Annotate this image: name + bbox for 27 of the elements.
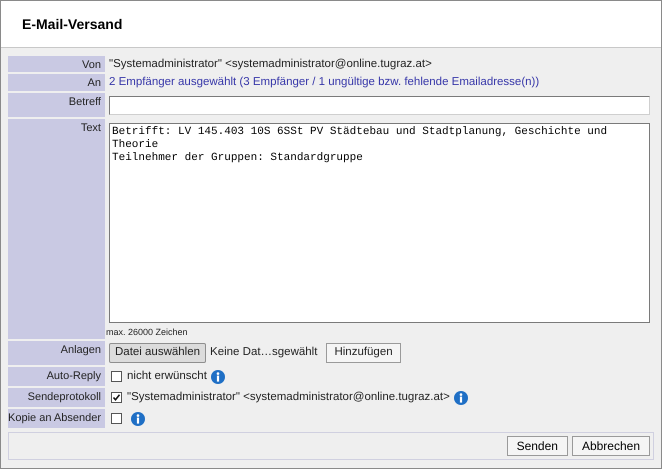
field-label: Text [80, 121, 101, 136]
dialog-button[interactable]: Abbrechen [572, 436, 650, 456]
window-title: E-Mail-Versand [22, 14, 122, 34]
field-label: Sendeprotokoll [28, 390, 101, 405]
choose-file-button[interactable]: Datei auswählen [109, 343, 206, 363]
info-icon[interactable] [210, 370, 225, 384]
add-button[interactable]: Hinzufügen [326, 343, 401, 363]
subject-field[interactable] [109, 96, 650, 114]
field-label: Betreff [68, 95, 101, 110]
field-label: Von [82, 58, 101, 72]
message-field[interactable]: Betrifft: LV 145.403 10S 6SSt PV Städtebau und Stadtplanung, Geschichte und Theorie Teilnehmer der Gruppen: Standardgruppe [109, 123, 650, 323]
sender-text: "Systemadministrator" <systemadministrator@online.tugraz.at> [109, 57, 432, 72]
character-limit-hint: max. 26000 Zeichen [106, 327, 189, 339]
field-label: Anlagen [60, 343, 101, 358]
info-icon[interactable] [131, 412, 145, 426]
checkbox-label: "Systemadministrator" <systemadministrator@online.tugraz.at> [127, 390, 450, 405]
recipients-link[interactable]: 2 Empfänger ausgewählt (3 Empfänger / 1 ungültige bzw. fehlende Emailadresse(n)) [109, 74, 540, 91]
checkbox-label: nicht erwünscht [127, 368, 207, 384]
checkbox[interactable] [111, 413, 122, 424]
info-icon[interactable] [454, 390, 468, 404]
field-label: An [88, 76, 101, 91]
checkbox[interactable] [111, 371, 122, 382]
field-label: Auto-Reply [46, 369, 101, 384]
file-status-text: Keine Dat…sgewählt [210, 345, 318, 360]
dialog-button[interactable]: Senden [506, 436, 568, 456]
field-label: Kopie an Absender [8, 411, 101, 426]
checkbox[interactable] [111, 392, 122, 403]
